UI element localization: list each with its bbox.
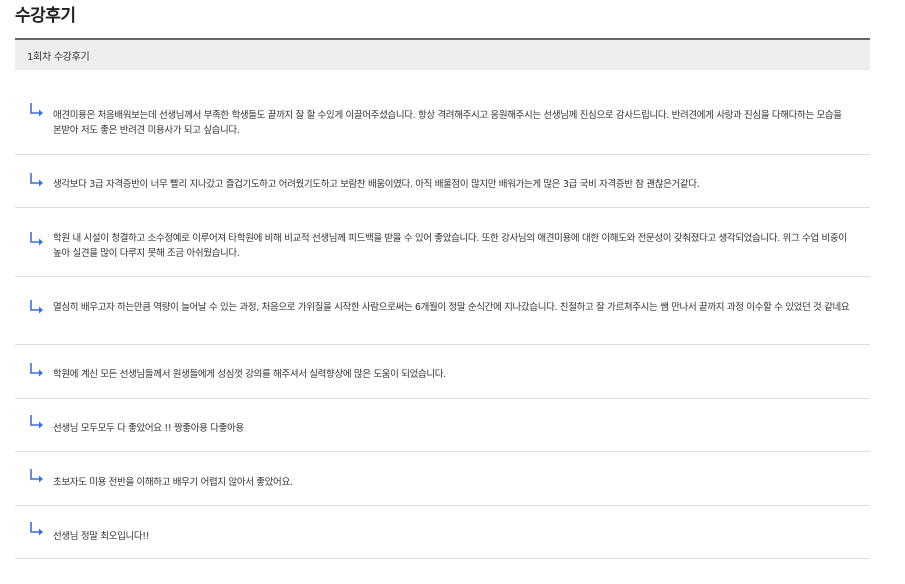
reply-arrow-icon bbox=[29, 468, 45, 484]
review-text: 선생님 정말 최오입니다!! bbox=[53, 531, 150, 542]
reply-arrow-icon bbox=[29, 414, 45, 430]
review-item: 선생님 정말 최오입니다!! bbox=[15, 506, 870, 559]
review-text: 열심히 배우고자 하는만큼 역량이 늘어날 수 있는 과정, 처음으로 가위질을… bbox=[53, 302, 850, 313]
review-section: 1회차 수강후기 애견미용은 처음배워보는데 선생님께서 부족한 학생들도 끝까… bbox=[15, 38, 870, 559]
review-text: 학원에 계신 모든 선생님들께서 원생들에게 성심껏 강의를 해주셔서 실력향상… bbox=[53, 369, 446, 380]
review-text: 초보자도 미용 전반을 이해하고 배우기 어렵지 않아서 좋았어요. bbox=[53, 477, 293, 488]
review-item: 초보자도 미용 전반을 이해하고 배우기 어렵지 않아서 좋았어요. bbox=[15, 452, 870, 506]
review-item: 열심히 배우고자 하는만큼 역량이 늘어날 수 있는 과정, 처음으로 가위질을… bbox=[15, 277, 870, 345]
review-item: 학원에 계신 모든 선생님들께서 원생들에게 성심껏 강의를 해주셔서 실력향상… bbox=[15, 345, 870, 399]
reply-arrow-icon bbox=[29, 231, 45, 247]
page-title: 수강후기 bbox=[15, 6, 76, 26]
reply-arrow-icon bbox=[29, 299, 45, 315]
review-item: 생각보다 3급 자격증반이 너무 빨리 지나갔고 즐겁기도하고 어려웠기도하고 … bbox=[15, 155, 870, 208]
review-text: 선생님 모두모두 다 좋았어요 !! 짱좋아용 다좋아용 bbox=[53, 423, 244, 434]
reply-arrow-icon bbox=[29, 362, 45, 378]
reply-arrow-icon bbox=[29, 521, 45, 537]
review-text: 애견미용은 처음배워보는데 선생님께서 부족한 학생들도 끝까지 잘 할 수있게… bbox=[53, 110, 842, 136]
review-item: 선생님 모두모두 다 좋았어요 !! 짱좋아용 다좋아용 bbox=[15, 399, 870, 452]
reply-arrow-icon bbox=[29, 102, 45, 118]
review-item: 학원 내 시설이 청결하고 소수정예로 이루어져 타학원에 비해 비교적 선생님… bbox=[15, 208, 870, 277]
review-text: 학원 내 시설이 청결하고 소수정예로 이루어져 타학원에 비해 비교적 선생님… bbox=[53, 233, 847, 259]
review-text: 생각보다 3급 자격증반이 너무 빨리 지나갔고 즐겁기도하고 어려웠기도하고 … bbox=[53, 179, 700, 190]
review-list: 애견미용은 처음배워보는데 선생님께서 부족한 학생들도 끝까지 잘 할 수있게… bbox=[15, 70, 870, 559]
review-item: 애견미용은 처음배워보는데 선생님께서 부족한 학생들도 끝까지 잘 할 수있게… bbox=[15, 70, 870, 155]
section-header: 1회차 수강후기 bbox=[15, 38, 870, 70]
reply-arrow-icon bbox=[29, 172, 45, 188]
